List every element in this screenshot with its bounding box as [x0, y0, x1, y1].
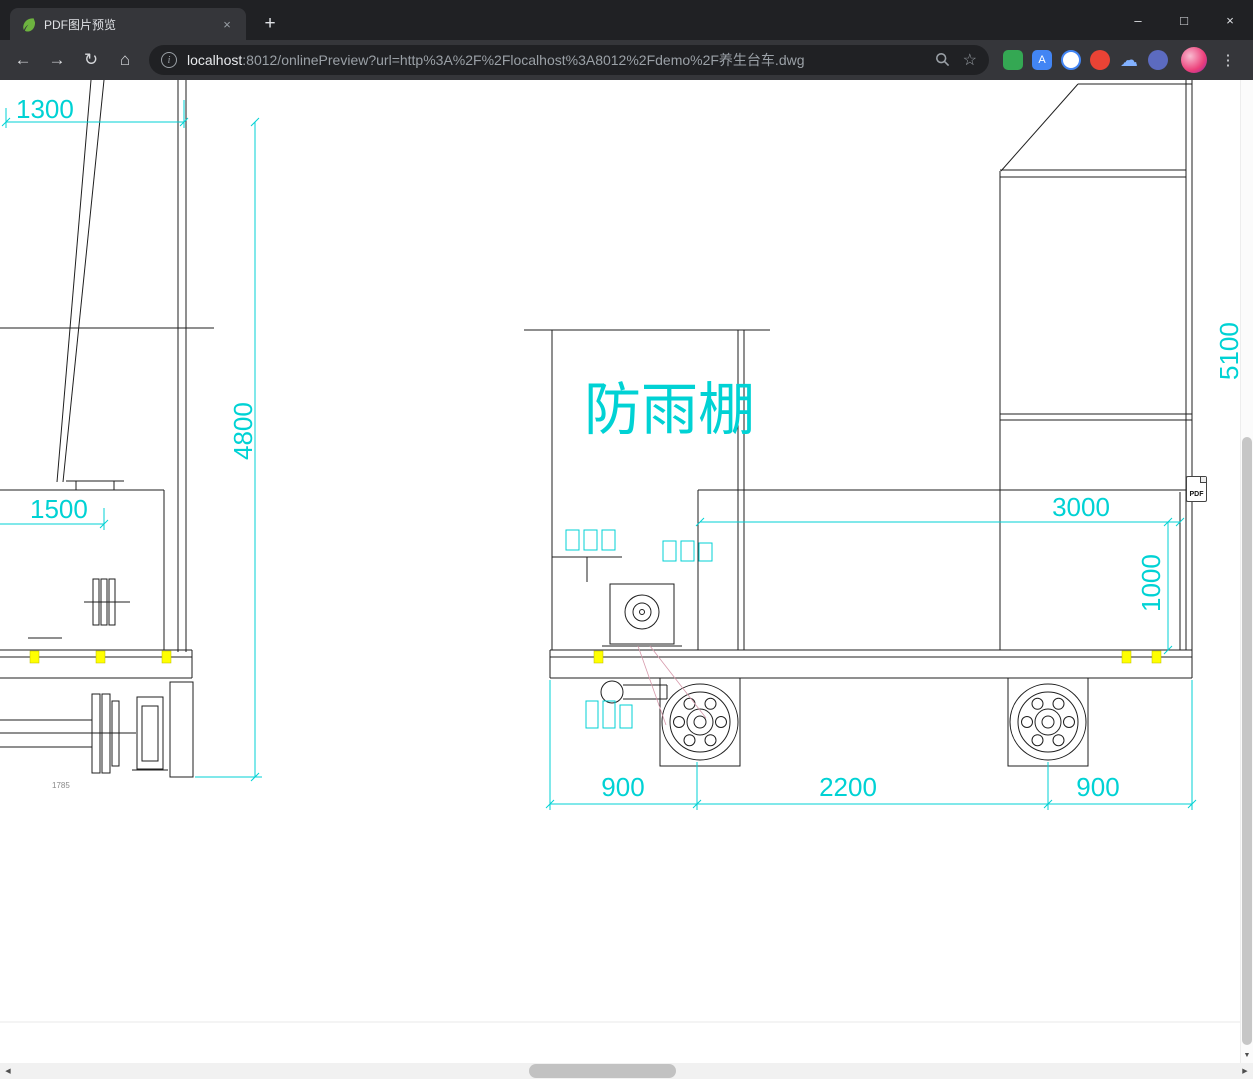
extension-icon-3[interactable] [1061, 50, 1081, 70]
browser-titlebar: PDF图片预览 × + – □ × [0, 0, 1253, 40]
forward-button[interactable]: → [41, 44, 73, 76]
window-close-button[interactable]: × [1207, 0, 1253, 40]
dim-3000-label: 3000 [1052, 492, 1110, 522]
window-controls: – □ × [1115, 0, 1253, 40]
site-info-icon[interactable]: i [161, 52, 177, 68]
reload-button[interactable]: ↻ [75, 44, 107, 76]
tab-title: PDF图片预览 [44, 17, 117, 32]
wheel-right [1009, 683, 1087, 761]
zoom-icon[interactable] [935, 52, 951, 68]
extension-icon-1[interactable] [1003, 50, 1023, 70]
browser-tab[interactable]: PDF图片预览 × [10, 8, 246, 40]
url-text[interactable]: localhost:8012/onlinePreview?url=http%3A… [187, 50, 925, 70]
dim-900-right-label: 900 [1076, 772, 1119, 802]
window-minimize-button[interactable]: – [1115, 0, 1161, 40]
extension-icon-2[interactable]: A [1032, 50, 1052, 70]
dim-5100-label: 5100 [1214, 322, 1240, 380]
extensions-row: A ☁ ⋮ [997, 45, 1246, 75]
horizontal-scrollbar[interactable]: ◀ ▶ [0, 1063, 1253, 1079]
vertical-scrollbar[interactable]: ▼ [1240, 80, 1253, 1063]
browser-menu-icon[interactable]: ⋮ [1216, 45, 1240, 75]
preview-page: 1300 1500 4800 防雨棚 5100 3000 1000 900 22… [0, 80, 1240, 1063]
url-path: :8012/onlinePreview?url=http%3A%2F%2Floc… [242, 52, 805, 68]
pdf-icon-label: PDF [1189, 491, 1204, 498]
extension-icon-4[interactable] [1090, 50, 1110, 70]
window-maximize-button[interactable]: □ [1161, 0, 1207, 40]
url-host: localhost [187, 52, 243, 68]
profile-avatar[interactable] [1181, 47, 1207, 73]
left-elevation-view [0, 80, 214, 778]
tab-close-icon[interactable]: × [218, 15, 236, 33]
scroll-left-arrow-icon[interactable]: ◀ [0, 1063, 16, 1079]
note-1785-label: 1785 [52, 781, 70, 790]
dim-900-left-label: 900 [601, 772, 644, 802]
rain-shelter-label: 防雨棚 [584, 378, 755, 442]
extension-icon-6[interactable] [1148, 50, 1168, 70]
address-bar[interactable]: i localhost:8012/onlinePreview?url=http%… [149, 45, 989, 75]
scroll-right-arrow-icon[interactable]: ▶ [1237, 1063, 1253, 1079]
back-button[interactable]: ← [7, 44, 39, 76]
omnibox-actions: ☆ [935, 50, 977, 70]
pdf-page-fold [1200, 477, 1206, 483]
wheel-left [661, 683, 739, 761]
new-tab-button[interactable]: + [256, 10, 284, 38]
dim-1500-label: 1500 [30, 494, 88, 524]
dim-4800-label: 4800 [228, 402, 258, 460]
home-button[interactable]: ⌂ [109, 44, 141, 76]
cloud-extension-icon[interactable]: ☁ [1119, 50, 1139, 70]
spring-leaf-favicon [20, 16, 36, 32]
dimension-lines [0, 100, 1197, 810]
cad-drawing: 1300 1500 4800 防雨棚 5100 3000 1000 900 22… [0, 80, 1240, 1023]
scroll-down-arrow-icon[interactable]: ▼ [1241, 1049, 1253, 1062]
dim-1000-label: 1000 [1136, 554, 1166, 612]
bookmark-star-icon[interactable]: ☆ [963, 50, 977, 70]
browser-toolbar: ← → ↻ ⌂ i localhost:8012/onlinePreview?u… [0, 40, 1253, 80]
vertical-scrollbar-thumb[interactable] [1242, 437, 1252, 1045]
dim-1300-label: 1300 [16, 94, 74, 124]
dim-2200-label: 2200 [819, 772, 877, 802]
pdf-float-button[interactable]: PDF [1186, 476, 1207, 502]
horizontal-scrollbar-thumb[interactable] [529, 1064, 676, 1078]
